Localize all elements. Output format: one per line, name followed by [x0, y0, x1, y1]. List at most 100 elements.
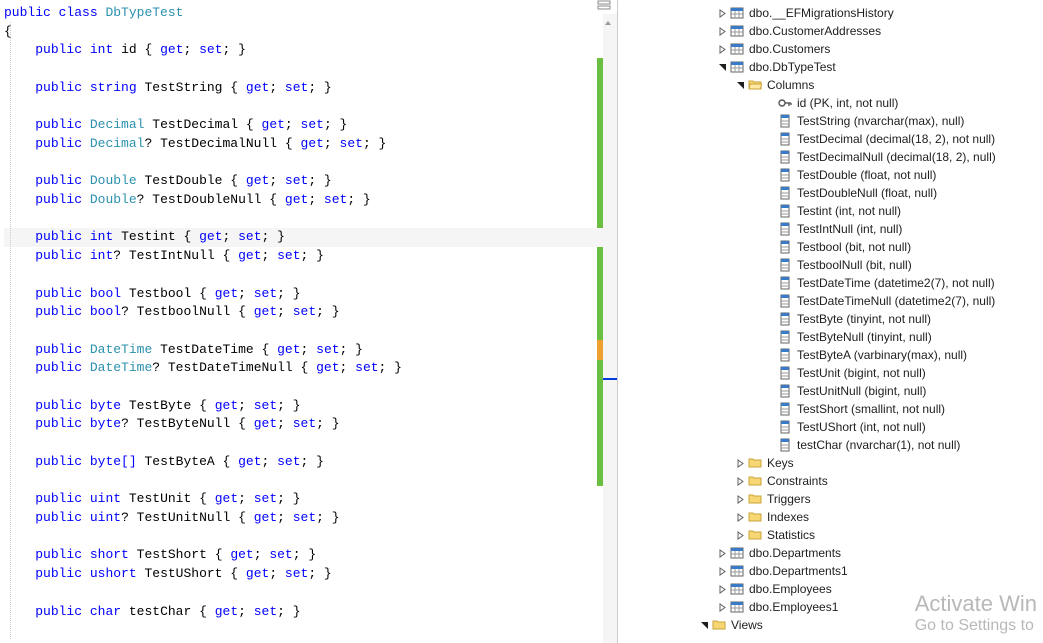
tree-label: Views — [731, 618, 763, 632]
expand-icon[interactable] — [716, 565, 728, 577]
tree-row[interactable]: id (PK, int, not null) — [618, 94, 1043, 112]
code-line[interactable]: public int Testint { get; set; } — [4, 228, 617, 247]
expand-icon[interactable] — [716, 7, 728, 19]
expand-icon[interactable] — [716, 601, 728, 613]
code-line[interactable]: public class DbTypeTest — [4, 4, 617, 23]
code-line[interactable]: public short TestShort { get; set; } — [4, 546, 617, 565]
tree-row[interactable]: Testbool (bit, not null) — [618, 238, 1043, 256]
tree-row[interactable]: Keys — [618, 454, 1043, 472]
tree-row[interactable]: TestUnit (bigint, not null) — [618, 364, 1043, 382]
collapse-icon[interactable] — [734, 79, 746, 91]
tree-row[interactable]: Views — [618, 616, 1043, 634]
tree-row[interactable]: TestUShort (int, not null) — [618, 418, 1043, 436]
tree-row[interactable]: Testint (int, not null) — [618, 202, 1043, 220]
tree-row[interactable]: TestByte (tinyint, not null) — [618, 310, 1043, 328]
code-line[interactable] — [4, 528, 617, 547]
column-icon — [777, 275, 793, 291]
code-line[interactable] — [4, 154, 617, 173]
tree-row[interactable]: TestIntNull (int, null) — [618, 220, 1043, 238]
code-line[interactable]: public DateTime TestDateTime { get; set;… — [4, 341, 617, 360]
tree-label: TestDoubleNull (float, null) — [797, 186, 937, 200]
code-line[interactable]: public bool Testbool { get; set; } — [4, 285, 617, 304]
code-line[interactable]: public DateTime? TestDateTimeNull { get;… — [4, 359, 617, 378]
tree-row[interactable]: TestDecimal (decimal(18, 2), not null) — [618, 130, 1043, 148]
tree-row[interactable]: TestDoubleNull (float, null) — [618, 184, 1043, 202]
expand-icon[interactable] — [734, 511, 746, 523]
tree-row[interactable]: dbo.__EFMigrationsHistory — [618, 4, 1043, 22]
code-line[interactable]: public bool? TestboolNull { get; set; } — [4, 303, 617, 322]
column-icon — [777, 203, 793, 219]
code-line[interactable]: public ushort TestUShort { get; set; } — [4, 565, 617, 584]
tree-label: Testint (int, not null) — [797, 204, 901, 218]
tree-row[interactable]: TestByteNull (tinyint, null) — [618, 328, 1043, 346]
column-icon — [777, 365, 793, 381]
tree-row[interactable]: TestUnitNull (bigint, null) — [618, 382, 1043, 400]
tree-row[interactable]: dbo.Employees1 — [618, 598, 1043, 616]
tree-row[interactable]: Indexes — [618, 508, 1043, 526]
code-line[interactable] — [4, 322, 617, 341]
tree-row[interactable]: testChar (nvarchar(1), not null) — [618, 436, 1043, 454]
column-icon — [777, 113, 793, 129]
column-icon — [777, 347, 793, 363]
code-line[interactable] — [4, 378, 617, 397]
tree-row[interactable]: TestDateTimeNull (datetime2(7), null) — [618, 292, 1043, 310]
tree-label: Testbool (bit, not null) — [797, 240, 911, 254]
expand-icon[interactable] — [716, 25, 728, 37]
tree-label: dbo.DbTypeTest — [749, 60, 836, 74]
tree-label: TestDateTimeNull (datetime2(7), null) — [797, 294, 995, 308]
expand-icon[interactable] — [734, 475, 746, 487]
tree-row[interactable]: dbo.Departments1 — [618, 562, 1043, 580]
expand-icon[interactable] — [734, 493, 746, 505]
code-line[interactable]: public Decimal TestDecimal { get; set; } — [4, 116, 617, 135]
tree-row[interactable]: dbo.DbTypeTest — [618, 58, 1043, 76]
tree-row[interactable]: TestDouble (float, not null) — [618, 166, 1043, 184]
code-line[interactable]: public Double? TestDoubleNull { get; set… — [4, 191, 617, 210]
code-line[interactable]: { — [4, 23, 617, 42]
code-line[interactable]: public byte TestByte { get; set; } — [4, 397, 617, 416]
expand-icon[interactable] — [716, 583, 728, 595]
tree-row[interactable]: Constraints — [618, 472, 1043, 490]
tree-row[interactable]: TestboolNull (bit, null) — [618, 256, 1043, 274]
expand-icon[interactable] — [734, 529, 746, 541]
tree-row[interactable]: Columns — [618, 76, 1043, 94]
expand-icon[interactable] — [716, 43, 728, 55]
table-icon — [729, 59, 745, 75]
tree-row[interactable]: Triggers — [618, 490, 1043, 508]
tree-row[interactable]: TestShort (smallint, not null) — [618, 400, 1043, 418]
tree-row[interactable]: dbo.Customers — [618, 40, 1043, 58]
code-line[interactable] — [4, 98, 617, 117]
object-explorer[interactable]: dbo.__EFMigrationsHistorydbo.CustomerAdd… — [618, 0, 1043, 643]
code-line[interactable]: public byte? TestByteNull { get; set; } — [4, 415, 617, 434]
code-line[interactable] — [4, 584, 617, 603]
code-line[interactable]: public uint? TestUnitNull { get; set; } — [4, 509, 617, 528]
code-line[interactable]: public byte[] TestByteA { get; set; } — [4, 453, 617, 472]
expand-icon[interactable] — [734, 457, 746, 469]
code-line[interactable] — [4, 434, 617, 453]
code-line[interactable]: public Double TestDouble { get; set; } — [4, 172, 617, 191]
code-line[interactable]: public Decimal? TestDecimalNull { get; s… — [4, 135, 617, 154]
tree-row[interactable]: TestString (nvarchar(max), null) — [618, 112, 1043, 130]
tree-row[interactable]: dbo.Departments — [618, 544, 1043, 562]
code-editor[interactable]: public class DbTypeTest{ public int id {… — [0, 0, 618, 643]
tree-row[interactable]: TestDateTime (datetime2(7), not null) — [618, 274, 1043, 292]
tree-row[interactable]: dbo.CustomerAddresses — [618, 22, 1043, 40]
tree-label: TestShort (smallint, not null) — [797, 402, 945, 416]
tree-row[interactable]: Statistics — [618, 526, 1043, 544]
column-icon — [777, 401, 793, 417]
collapse-icon[interactable] — [698, 619, 710, 631]
code-line[interactable]: public char testChar { get; set; } — [4, 603, 617, 622]
code-line[interactable] — [4, 60, 617, 79]
code-line[interactable]: public int id { get; set; } — [4, 41, 617, 60]
collapse-icon[interactable] — [716, 61, 728, 73]
expand-icon[interactable] — [716, 547, 728, 559]
tree-row[interactable]: TestDecimalNull (decimal(18, 2), null) — [618, 148, 1043, 166]
tree-row[interactable]: dbo.Employees — [618, 580, 1043, 598]
tree-row[interactable]: TestByteA (varbinary(max), null) — [618, 346, 1043, 364]
code-line[interactable] — [4, 472, 617, 491]
code-line[interactable] — [4, 266, 617, 285]
code-line[interactable] — [4, 210, 617, 229]
code-line[interactable]: public uint TestUnit { get; set; } — [4, 490, 617, 509]
code-line[interactable]: public string TestString { get; set; } — [4, 79, 617, 98]
tree-label: id (PK, int, not null) — [797, 96, 898, 110]
code-line[interactable]: public int? TestIntNull { get; set; } — [4, 247, 617, 266]
